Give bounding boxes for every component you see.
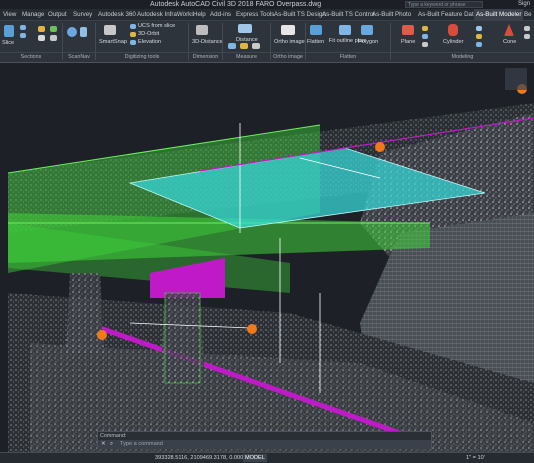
- tab-autodesk-infraworks[interactable]: Autodesk InfraWorks: [137, 9, 194, 20]
- command-line[interactable]: Command: ✕ ⌕ Type a command: [97, 431, 432, 449]
- scannav-walk-icon[interactable]: [80, 27, 87, 37]
- modeling-tool-e-icon[interactable]: [476, 34, 482, 39]
- orbit-icon: [130, 32, 136, 37]
- measure-tool-c-icon[interactable]: [252, 43, 260, 49]
- tab-help[interactable]: Help: [193, 9, 206, 20]
- modeling-tool-a-icon[interactable]: [422, 26, 428, 31]
- section-plus-icon[interactable]: [50, 26, 57, 32]
- section-tool-icon[interactable]: [38, 26, 45, 32]
- tab-output[interactable]: Output: [48, 9, 67, 20]
- flatten-button[interactable]: Flatten: [307, 39, 324, 46]
- model-viewport[interactable]: [0, 63, 534, 462]
- modeling-tool-b-icon[interactable]: [422, 34, 428, 39]
- group-flatten: Flatten: [306, 52, 390, 62]
- slice-button[interactable]: Slice: [2, 40, 14, 47]
- tab-add-ins[interactable]: Add-ins: [210, 9, 231, 20]
- search-icon[interactable]: ⌕: [110, 440, 113, 449]
- measure-tool-a-icon[interactable]: [228, 43, 236, 49]
- tab-as-built-feature-data[interactable]: As-Built Feature Data: [418, 9, 477, 20]
- group-digitizing-tools: Digitizing tools: [96, 52, 188, 62]
- ucs-from-slice-button[interactable]: UCS from slice: [138, 23, 175, 30]
- modeling-tool-g-icon[interactable]: [524, 26, 530, 31]
- section-up-icon[interactable]: [20, 25, 26, 30]
- elevation-button[interactable]: Elevation: [138, 39, 161, 46]
- polygon-button[interactable]: Polygon: [358, 39, 378, 46]
- slice-icon: [4, 25, 14, 37]
- tab-manage[interactable]: Manage: [22, 9, 44, 20]
- polygon-icon: [361, 25, 373, 35]
- command-history: Command:: [100, 433, 127, 439]
- plane-button[interactable]: Plane: [401, 39, 415, 46]
- section-clip-icon[interactable]: [38, 35, 45, 41]
- smartsnap-button[interactable]: SmartSnap: [99, 39, 127, 46]
- modeling-tool-c-icon[interactable]: [422, 42, 428, 47]
- 3d-distance-button[interactable]: 3D-Distance: [192, 39, 223, 46]
- group-sections: Sections: [0, 52, 62, 62]
- fit-outline-plan-icon: [339, 25, 351, 35]
- point-cloud-scene[interactable]: [0, 63, 534, 462]
- close-icon[interactable]: ✕: [101, 440, 106, 449]
- section-down-icon[interactable]: [20, 33, 26, 38]
- 3d-distance-icon: [196, 25, 208, 35]
- title-bar: Autodesk AutoCAD Civil 3D 2018 FARO Over…: [0, 0, 534, 9]
- tab-as-built-modeler[interactable]: As-Built Modeler: [474, 9, 524, 20]
- cone-button[interactable]: Cone: [503, 39, 516, 46]
- measure-tool-b-icon[interactable]: [240, 43, 248, 49]
- tab-as-built-photo[interactable]: As-Built Photo: [372, 9, 411, 20]
- tab-express-tools[interactable]: Express Tools: [236, 9, 274, 20]
- ribbon-panel: Slice SmartSnap UCS from slice 3D-Orbit …: [0, 21, 534, 69]
- group-ortho-image: Ortho image: [271, 52, 305, 62]
- cylinder-button[interactable]: Cylinder: [443, 39, 464, 46]
- plane-icon: [402, 25, 414, 35]
- ortho-image-button[interactable]: Ortho image: [274, 39, 305, 46]
- group-measure-differences: Measure differences: [223, 52, 270, 69]
- section-rotate-icon[interactable]: [50, 35, 57, 41]
- tab-as-built-ts-design[interactable]: As-Built TS Design: [274, 9, 326, 20]
- flatten-icon: [310, 25, 322, 35]
- ribbon-tabs: View Manage Output Survey Autodesk 360 A…: [0, 9, 534, 21]
- status-bar: 393328.5116, 2109469.3178, 0.0000 MODEL …: [0, 452, 534, 463]
- modeling-tool-h-icon[interactable]: [524, 34, 530, 39]
- group-dimension: Dimension: [189, 52, 222, 62]
- cylinder-icon: [448, 24, 458, 36]
- ucs-icon: [130, 24, 136, 29]
- distance-icon: [238, 24, 252, 33]
- group-scannav[interactable]: ScanNav: [63, 52, 95, 62]
- tab-view[interactable]: View: [3, 9, 16, 20]
- cone-icon: [504, 24, 514, 36]
- modeling-tool-d-icon[interactable]: [476, 26, 482, 31]
- tab-as-built-ts-control[interactable]: As-Built TS Control: [322, 9, 375, 20]
- smartsnap-icon: [104, 25, 116, 35]
- tab-more[interactable]: Be: [524, 9, 532, 20]
- command-prompt: Type a command: [120, 441, 163, 447]
- ortho-image-icon: [281, 25, 295, 35]
- model-space-toggle[interactable]: MODEL: [243, 454, 267, 462]
- search-input[interactable]: Type a keyword or phrase: [405, 1, 483, 8]
- group-modeling: Modeling: [391, 52, 534, 62]
- window-title: Autodesk AutoCAD Civil 3D 2018 FARO Over…: [150, 1, 322, 8]
- orbit-button[interactable]: 3D-Orbit: [138, 31, 159, 38]
- tab-autodesk-360[interactable]: Autodesk 360: [98, 9, 136, 20]
- modeling-tool-f-icon[interactable]: [476, 42, 482, 47]
- elevation-icon: [130, 40, 136, 45]
- command-input[interactable]: ✕ ⌕ Type a command: [98, 440, 431, 449]
- scannav-icon[interactable]: [67, 27, 77, 37]
- tab-survey[interactable]: Survey: [73, 9, 92, 20]
- sign-in-link[interactable]: Sign: [518, 0, 530, 9]
